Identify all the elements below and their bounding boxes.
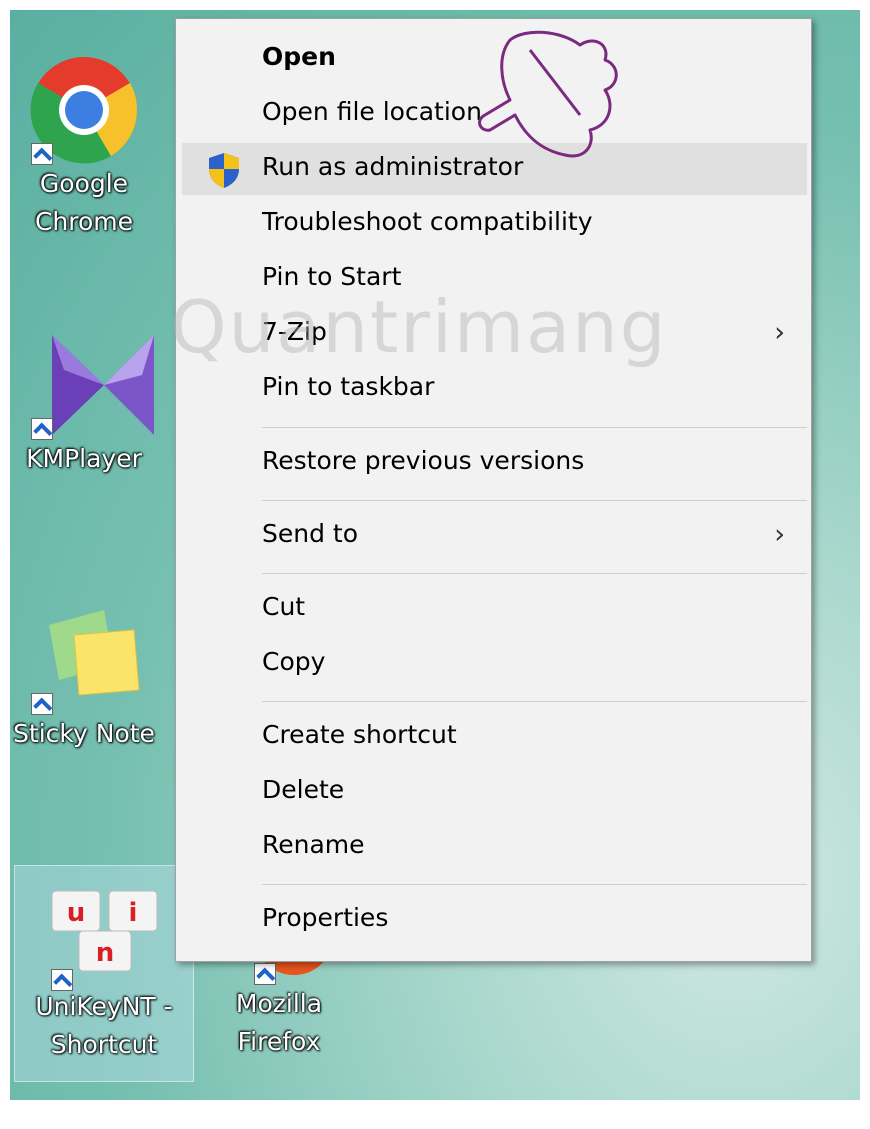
menu-item-label: Send to	[262, 519, 359, 548]
desktop-icon-unikey[interactable]: u i n UniKeyNT - Shortcut	[14, 865, 194, 1082]
menu-item-copy[interactable]: Copy	[182, 638, 807, 690]
menu-item-send-to[interactable]: Send to ›	[182, 510, 807, 562]
menu-item-properties[interactable]: Properties	[182, 894, 807, 946]
menu-item-label: Delete	[262, 775, 345, 804]
shortcut-arrow-icon	[31, 693, 53, 715]
unikey-label-line2: Shortcut	[50, 1030, 158, 1059]
menu-item-label: Open	[262, 42, 336, 71]
pointing-hand-icon	[478, 30, 618, 158]
unikey-key-n: n	[96, 938, 115, 968]
sticky-notes-label: Sticky Note	[13, 719, 155, 748]
menu-item-cut[interactable]: Cut	[182, 583, 807, 635]
kmplayer-icon	[29, 330, 154, 440]
menu-item-7-zip[interactable]: 7-Zip ›	[182, 308, 807, 360]
menu-item-restore-previous-versions[interactable]: Restore previous versions	[182, 437, 807, 489]
menu-item-rename[interactable]: Rename	[182, 821, 807, 873]
unikey-icon: u i n	[49, 886, 159, 996]
shortcut-arrow-icon	[51, 969, 73, 991]
chevron-right-icon: ›	[774, 519, 785, 550]
firefox-label-line2: Firefox	[237, 1027, 321, 1056]
menu-separator	[262, 427, 807, 428]
menu-item-pin-to-taskbar[interactable]: Pin to taskbar	[182, 363, 807, 415]
chrome-icon	[29, 55, 139, 165]
unikey-key-i: i	[129, 898, 138, 928]
chevron-right-icon: ›	[774, 317, 785, 348]
desktop-icon-sticky-notes[interactable]: Sticky Note	[10, 605, 164, 753]
kmplayer-label: KMPlayer	[26, 444, 142, 473]
sticky-notes-icon	[29, 605, 140, 715]
menu-separator	[262, 573, 807, 574]
menu-item-label: Open file location	[262, 97, 482, 126]
chrome-label-line2: Chrome	[34, 207, 134, 236]
shortcut-arrow-icon	[254, 963, 276, 985]
menu-item-label: Rename	[262, 830, 365, 859]
firefox-label-line1: Mozilla	[235, 989, 323, 1018]
menu-item-label: Troubleshoot compatibility	[262, 207, 593, 236]
menu-item-label: Pin to taskbar	[262, 372, 435, 401]
uac-shield-icon	[209, 153, 239, 188]
unikey-key-u: u	[67, 898, 86, 928]
menu-separator	[262, 701, 807, 702]
menu-item-label: Properties	[262, 903, 389, 932]
menu-item-label: Cut	[262, 592, 306, 621]
menu-item-label: Restore previous versions	[262, 446, 585, 475]
shortcut-arrow-icon	[31, 143, 53, 165]
menu-item-troubleshoot-compatibility[interactable]: Troubleshoot compatibility	[182, 198, 807, 250]
menu-item-label: Pin to Start	[262, 262, 402, 291]
menu-item-label: 7-Zip	[262, 317, 327, 346]
menu-separator	[262, 884, 807, 885]
menu-item-pin-to-start[interactable]: Pin to Start	[182, 253, 807, 305]
menu-item-label: Copy	[262, 647, 326, 676]
desktop-icon-kmplayer[interactable]: KMPlayer	[10, 330, 164, 478]
menu-item-label: Create shortcut	[262, 720, 457, 749]
menu-item-create-shortcut[interactable]: Create shortcut	[182, 711, 807, 763]
shortcut-arrow-icon	[31, 418, 53, 440]
menu-separator	[262, 500, 807, 501]
desktop-icon-chrome[interactable]: Google Chrome	[10, 55, 164, 241]
chrome-label-line1: Google	[39, 169, 129, 198]
menu-item-delete[interactable]: Delete	[182, 766, 807, 818]
